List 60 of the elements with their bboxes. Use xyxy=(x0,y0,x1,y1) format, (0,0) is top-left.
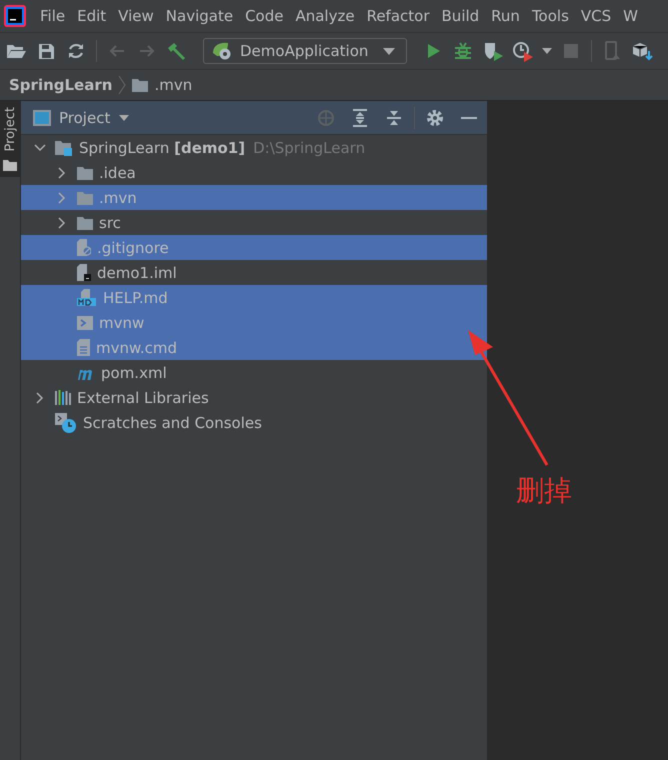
menu-item[interactable]: Tools xyxy=(526,7,575,25)
tree-row[interactable]: SpringLearn [demo1] D:\SpringLearn xyxy=(21,135,487,160)
tree-row[interactable]: demo1.iml xyxy=(21,260,487,285)
tree-item-label: pom.xml xyxy=(101,364,167,382)
folder-icon xyxy=(77,166,93,180)
menu-item[interactable]: Analyze xyxy=(289,7,361,25)
tree-item-label: External Libraries xyxy=(77,388,209,406)
tree-row[interactable]: pom.xml xyxy=(21,360,487,385)
menu-item[interactable]: VCS xyxy=(574,7,618,25)
folder-icon xyxy=(132,78,148,92)
project-tool-tab[interactable]: Project xyxy=(0,101,20,178)
tree-row[interactable]: src xyxy=(21,210,487,235)
ignored-file-icon xyxy=(77,239,91,256)
libraries-icon xyxy=(55,390,71,405)
terminal-file-icon xyxy=(77,316,93,330)
breadcrumb-item[interactable]: .mvn xyxy=(154,76,192,94)
tree-item-label: src xyxy=(99,214,121,232)
window-icon xyxy=(33,110,51,126)
tree-item-label: Scratches and Consoles xyxy=(83,414,262,432)
tree-item-label: mvnw.cmd xyxy=(96,338,178,356)
tree-item-label: mvnw xyxy=(99,314,144,332)
menu-item[interactable]: Code xyxy=(239,7,290,25)
tree-item-label: .mvn xyxy=(99,188,137,206)
tree-item-label: demo1.iml xyxy=(97,264,177,282)
markdown-file-icon xyxy=(77,289,97,306)
tree-row[interactable]: External Libraries xyxy=(21,385,487,410)
folder-icon xyxy=(77,190,93,204)
expand-all-icon[interactable] xyxy=(350,108,370,128)
run-configuration-dropdown[interactable]: DemoApplication xyxy=(203,38,408,64)
menu-item[interactable]: Run xyxy=(485,7,526,25)
menu-item[interactable]: Refactor xyxy=(360,7,436,25)
dropdown-caret-icon[interactable] xyxy=(541,46,554,56)
tree-item-label: .gitignore xyxy=(97,238,169,256)
profiler-icon[interactable] xyxy=(511,39,536,63)
menu-item[interactable]: W xyxy=(617,7,644,25)
dropdown-caret-icon xyxy=(382,46,396,56)
menu-item[interactable]: View xyxy=(112,7,160,25)
annotation-label: 删掉 xyxy=(516,473,572,509)
menu-item[interactable]: Edit xyxy=(71,7,112,25)
dropdown-caret-icon xyxy=(118,114,130,122)
breadcrumb-item[interactable]: SpringLearn xyxy=(9,76,112,94)
tree-item-label: .idea xyxy=(99,164,136,182)
folder-icon xyxy=(3,159,17,172)
menu-item[interactable]: Navigate xyxy=(160,7,240,25)
folder-icon xyxy=(77,216,93,230)
tree-item-label: HELP.md xyxy=(103,288,168,306)
breadcrumb-separator-icon xyxy=(118,75,126,95)
project-path: D:\SpringLearn xyxy=(253,138,366,156)
tree-row[interactable]: .idea xyxy=(21,160,487,185)
text-file-icon xyxy=(77,339,90,356)
module-file-icon xyxy=(77,264,91,281)
tree-item-label: SpringLearn [demo1] xyxy=(79,138,246,156)
menu-item[interactable]: File xyxy=(34,7,72,25)
menu-item[interactable]: Build xyxy=(436,7,486,25)
settings-icon[interactable] xyxy=(425,108,445,128)
scratches-icon xyxy=(55,412,77,432)
module-folder-icon xyxy=(55,140,73,156)
app-logo xyxy=(4,5,26,27)
tree-row[interactable]: Scratches and Consoles xyxy=(21,410,487,435)
project-view-dropdown[interactable]: Project xyxy=(59,108,130,126)
